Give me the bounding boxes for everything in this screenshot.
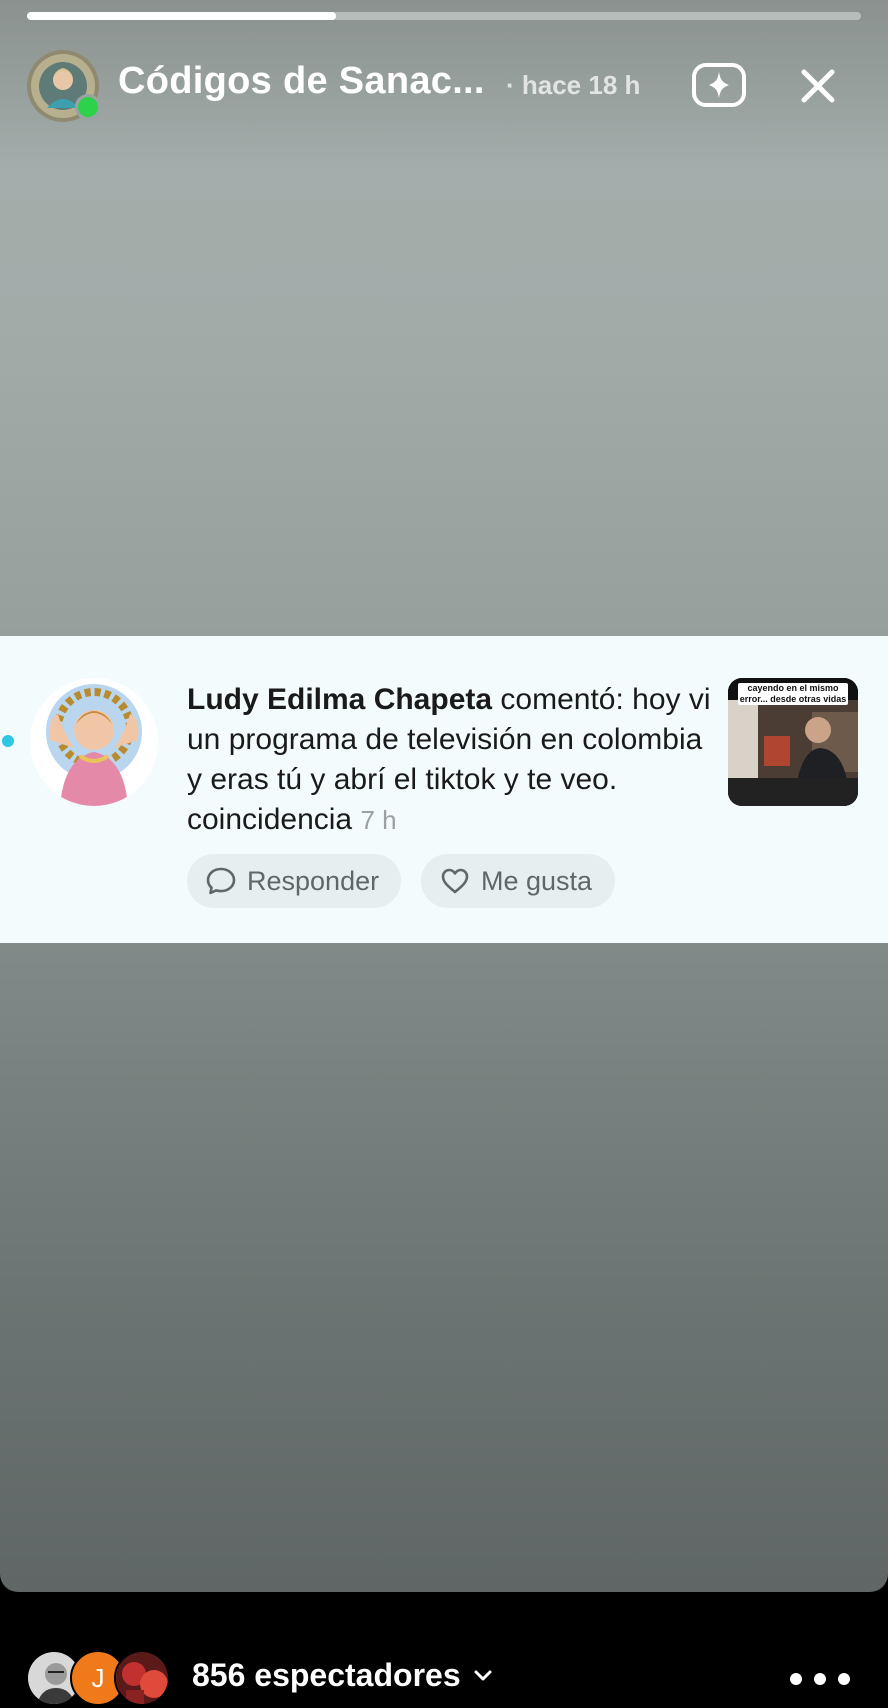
close-button[interactable] <box>796 64 840 108</box>
more-dot <box>790 1673 802 1685</box>
video-thumbnail[interactable]: cayendo en el mismo error... desde otras… <box>728 678 858 806</box>
commenter-avatar[interactable] <box>30 678 158 806</box>
more-options-button[interactable] <box>790 1666 850 1692</box>
viewers-count-button[interactable]: 856 espectadores <box>192 1657 493 1694</box>
notification-text: Ludy Edilma Chapeta comentó: hoy vi un p… <box>187 680 717 840</box>
unread-indicator <box>2 735 14 747</box>
reply-label: Responder <box>247 865 380 896</box>
sparkle-square-icon <box>692 63 746 107</box>
like-label: Me gusta <box>481 865 593 896</box>
more-dot <box>814 1673 826 1685</box>
chevron-down-icon <box>474 1670 492 1680</box>
viewers-count: 856 espectadores <box>192 1657 461 1693</box>
viewer-avatars[interactable]: J <box>26 1650 186 1708</box>
story-progress-bar <box>27 12 861 20</box>
comment-bubble-icon <box>206 867 236 895</box>
story-time: · hace 18 h <box>506 70 641 100</box>
like-button[interactable]: Me gusta <box>421 854 615 908</box>
account-name[interactable]: Códigos de Sanac... <box>118 60 485 103</box>
comment-time: 7 h <box>360 805 397 835</box>
commenter-username[interactable]: Ludy Edilma Chapeta <box>187 683 492 716</box>
online-status-dot <box>75 94 101 120</box>
add-effect-button[interactable] <box>690 58 748 110</box>
close-icon <box>801 69 835 103</box>
notification-action: comentó: <box>492 683 624 716</box>
viewer-avatar <box>114 1650 170 1706</box>
account-avatar[interactable] <box>27 50 101 122</box>
story-progress-fill <box>27 12 336 20</box>
thumbnail-caption: cayendo en el mismo error... desde otras… <box>738 683 848 705</box>
reply-button[interactable]: Responder <box>187 854 401 908</box>
more-dot <box>838 1673 850 1685</box>
heart-icon <box>441 868 469 894</box>
